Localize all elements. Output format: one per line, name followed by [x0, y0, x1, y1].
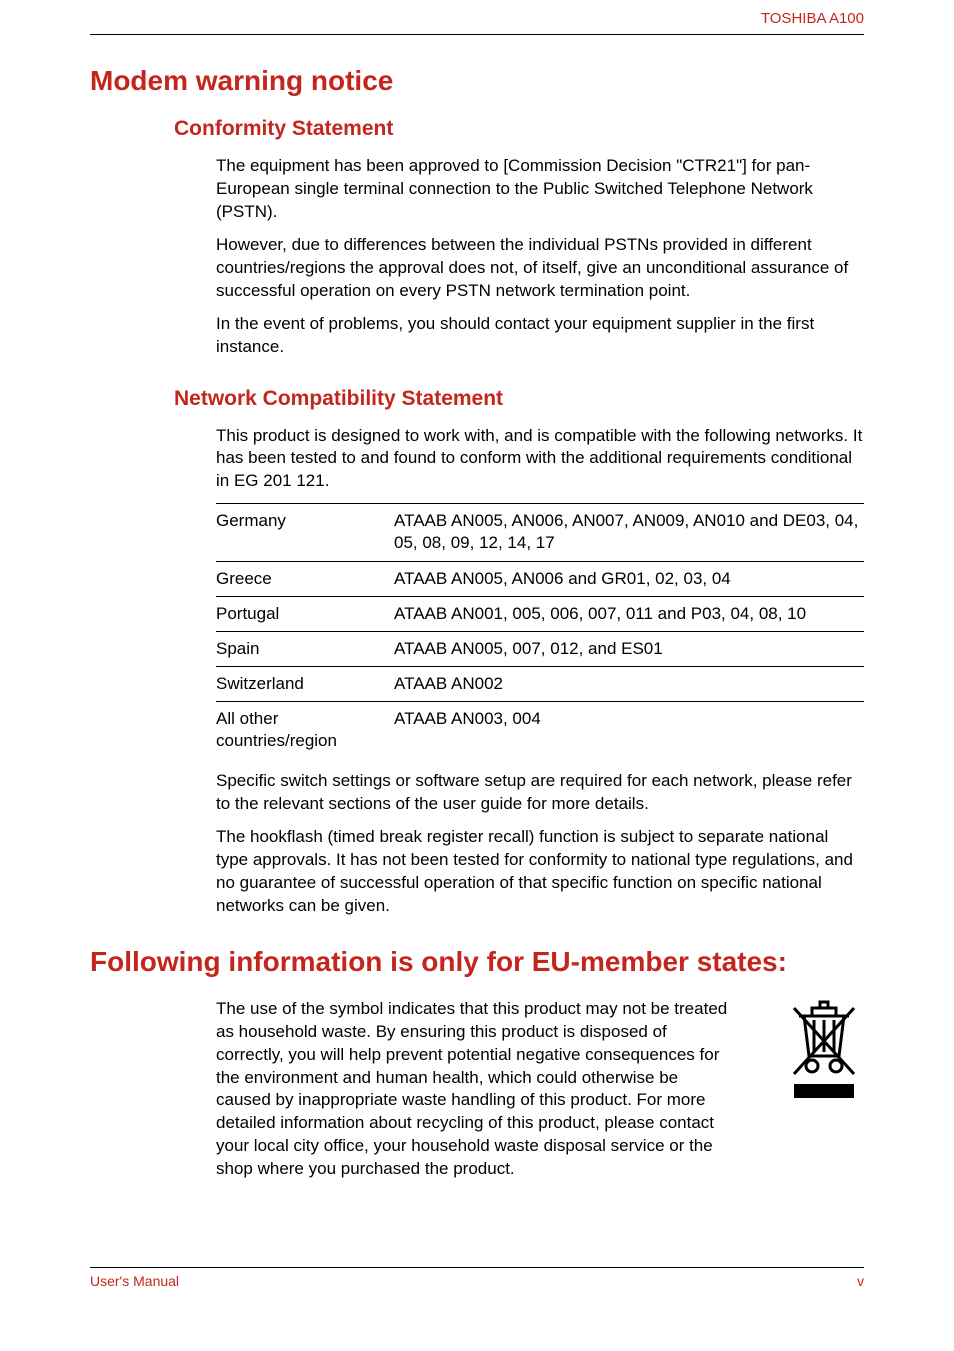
- conformity-p3: In the event of problems, you should con…: [216, 313, 864, 359]
- product-name: TOSHIBA A100: [761, 10, 864, 27]
- country-cell: Spain: [216, 631, 394, 666]
- footer-right: v: [857, 1273, 864, 1289]
- page-header: TOSHIBA A100: [90, 10, 864, 35]
- heading-eu-info: Following information is only for EU-mem…: [90, 946, 864, 978]
- heading-modem-warning: Modem warning notice: [90, 65, 864, 97]
- country-cell: All other countries/region: [216, 701, 394, 758]
- network-compat-body: This product is designed to work with, a…: [216, 425, 864, 918]
- heading-network-compat: Network Compatibility Statement: [174, 387, 864, 411]
- table-row: GermanyATAAB AN005, AN006, AN007, AN009,…: [216, 504, 864, 561]
- value-cell: ATAAB AN001, 005, 006, 007, 011 and P03,…: [394, 596, 864, 631]
- conformity-body: The equipment has been approved to [Comm…: [216, 155, 864, 359]
- conformity-p1: The equipment has been approved to [Comm…: [216, 155, 864, 224]
- value-cell: ATAAB AN005, AN006 and GR01, 02, 03, 04: [394, 561, 864, 596]
- network-p-after2: The hookflash (timed break register reca…: [216, 826, 864, 918]
- value-cell: ATAAB AN005, AN006, AN007, AN009, AN010 …: [394, 504, 864, 561]
- eu-p1: The use of the symbol indicates that thi…: [216, 998, 734, 1182]
- country-cell: Germany: [216, 504, 394, 561]
- value-cell: ATAAB AN002: [394, 666, 864, 701]
- country-cell: Greece: [216, 561, 394, 596]
- network-table: GermanyATAAB AN005, AN006, AN007, AN009,…: [216, 503, 864, 758]
- value-cell: ATAAB AN003, 004: [394, 701, 864, 758]
- conformity-p2: However, due to differences between the …: [216, 234, 864, 303]
- value-cell: ATAAB AN005, 007, 012, and ES01: [394, 631, 864, 666]
- table-row: All other countries/regionATAAB AN003, 0…: [216, 701, 864, 758]
- country-cell: Switzerland: [216, 666, 394, 701]
- table-row: SwitzerlandATAAB AN002: [216, 666, 864, 701]
- eu-body: The use of the symbol indicates that thi…: [216, 998, 864, 1182]
- weee-bin-icon: [784, 998, 864, 1123]
- page-footer: User's Manual v: [90, 1267, 864, 1289]
- heading-conformity: Conformity Statement: [174, 117, 864, 141]
- table-row: SpainATAAB AN005, 007, 012, and ES01: [216, 631, 864, 666]
- table-row: GreeceATAAB AN005, AN006 and GR01, 02, 0…: [216, 561, 864, 596]
- table-row: PortugalATAAB AN001, 005, 006, 007, 011 …: [216, 596, 864, 631]
- network-intro: This product is designed to work with, a…: [216, 425, 864, 494]
- network-p-after1: Specific switch settings or software set…: [216, 770, 864, 816]
- country-cell: Portugal: [216, 596, 394, 631]
- footer-left: User's Manual: [90, 1273, 179, 1289]
